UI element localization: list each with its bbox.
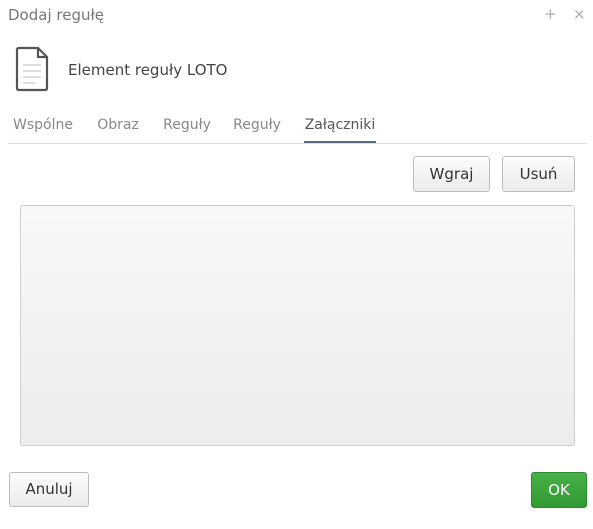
ok-button[interactable]: OK bbox=[531, 472, 587, 508]
tab-wspolne[interactable]: Wspólne bbox=[12, 114, 74, 142]
plus-icon[interactable]: + bbox=[544, 5, 557, 23]
cancel-button[interactable]: Anuluj bbox=[9, 472, 89, 507]
tab-bar: Wspólne Obraz Reguły Reguły Załączniki bbox=[8, 114, 587, 144]
tab-obraz[interactable]: Obraz bbox=[94, 114, 142, 142]
element-name: Element reguły LOTO bbox=[68, 61, 228, 79]
delete-button[interactable]: Usuń bbox=[502, 156, 575, 192]
tab-zalaczniki[interactable]: Załączniki bbox=[304, 114, 376, 143]
document-icon bbox=[15, 46, 49, 92]
close-icon[interactable]: × bbox=[573, 5, 586, 23]
attachments-list[interactable] bbox=[20, 205, 575, 446]
dialog-title: Dodaj regułę bbox=[8, 6, 104, 24]
tab-reguly-1[interactable]: Reguły bbox=[162, 114, 212, 142]
tab-reguly-2[interactable]: Reguły bbox=[232, 114, 282, 142]
upload-button[interactable]: Wgraj bbox=[413, 156, 490, 192]
